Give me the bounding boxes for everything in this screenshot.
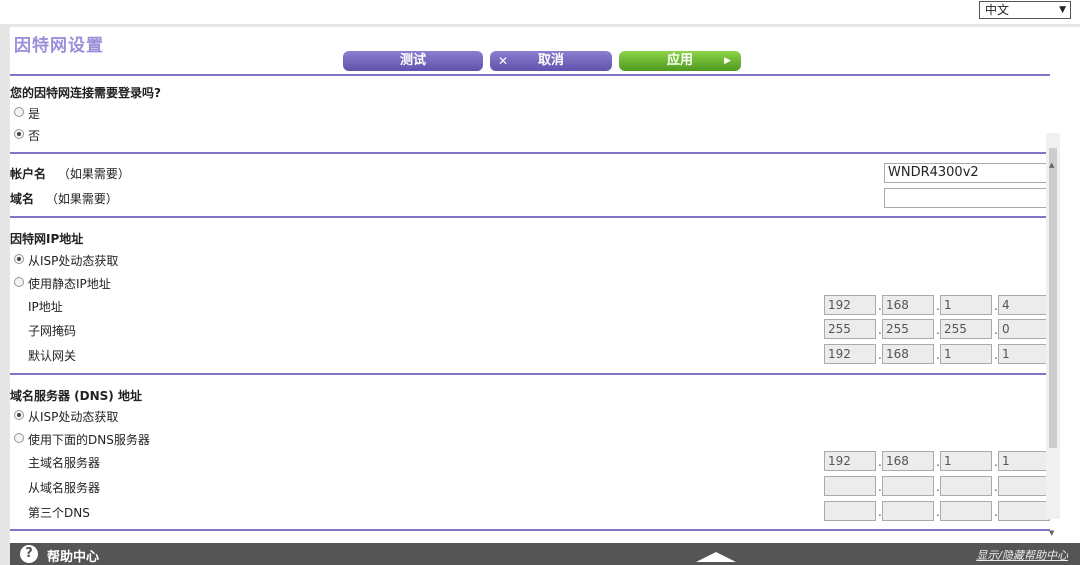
secondary-dns-octet-1[interactable] bbox=[824, 476, 876, 496]
ip-address-octet-3[interactable]: 1 bbox=[940, 295, 992, 315]
ip-section-title: 因特网IP地址 bbox=[10, 232, 84, 246]
secondary-dns-octet-4[interactable] bbox=[998, 476, 1050, 496]
section-divider bbox=[10, 529, 1050, 531]
arrow-right-icon: ▶ bbox=[724, 56, 731, 66]
test-button[interactable]: 测试 bbox=[343, 51, 483, 71]
secondary-dns-label: 从域名服务器 bbox=[28, 481, 101, 495]
account-name-label: 帐户名 （如果需要） bbox=[10, 167, 130, 181]
scroll-down-arrow-icon[interactable]: ▼ bbox=[1049, 529, 1054, 537]
subnet-mask-octet-3[interactable]: 255 bbox=[940, 319, 992, 339]
dns-section-title: 域名服务器 (DNS) 地址 bbox=[10, 389, 142, 403]
internet-settings-panel: 因特网设置 测试 ✕ 取消 应用 ▶ 您的因特网连接需要登录吗? 是 否 帐户名… bbox=[10, 27, 1080, 543]
account-name-input[interactable]: WNDR4300v2 bbox=[884, 163, 1049, 183]
ip-static-radio[interactable] bbox=[14, 277, 24, 287]
third-dns-label: 第三个DNS bbox=[28, 506, 90, 520]
section-divider bbox=[10, 216, 1050, 218]
toggle-help-link[interactable]: 显示/隐藏帮助中心 bbox=[976, 547, 1068, 563]
subnet-mask-octet-1[interactable]: 255 bbox=[824, 319, 876, 339]
default-gateway-label: 默认网关 bbox=[28, 349, 77, 363]
expand-triangle-icon[interactable] bbox=[696, 552, 736, 562]
apply-button[interactable]: 应用 ▶ bbox=[619, 51, 741, 71]
third-dns-octet-1[interactable] bbox=[824, 501, 876, 521]
language-select[interactable]: 中文 ▼ bbox=[979, 1, 1071, 19]
subnet-mask-label: 子网掩码 bbox=[28, 324, 77, 338]
help-center-bar: ? 帮助中心 显示/隐藏帮助中心 bbox=[10, 543, 1080, 565]
domain-name-label: 域名 （如果需要） bbox=[10, 192, 118, 206]
ip-static-label: 使用静态IP地址 bbox=[28, 277, 111, 291]
login-no-label: 否 bbox=[28, 129, 41, 143]
login-no-radio[interactable] bbox=[14, 129, 24, 139]
section-divider bbox=[10, 152, 1050, 154]
third-dns-octet-2[interactable] bbox=[882, 501, 934, 521]
cancel-button[interactable]: ✕ 取消 bbox=[490, 51, 612, 71]
default-gateway-octet-1[interactable]: 192 bbox=[824, 344, 876, 364]
primary-dns-label: 主域名服务器 bbox=[28, 456, 101, 470]
dns-manual-label: 使用下面的DNS服务器 bbox=[28, 433, 150, 447]
help-center-title: 帮助中心 bbox=[47, 550, 100, 565]
default-gateway-octet-3[interactable]: 1 bbox=[940, 344, 992, 364]
page-title: 因特网设置 bbox=[14, 36, 104, 56]
primary-dns-octet-1[interactable]: 192 bbox=[824, 451, 876, 471]
top-bar: 中文 ▼ bbox=[0, 0, 1080, 24]
close-icon: ✕ bbox=[498, 54, 509, 68]
subnet-mask-octet-2[interactable]: 255 bbox=[882, 319, 934, 339]
language-select-value: 中文 bbox=[985, 3, 1010, 17]
ip-address-octet-2[interactable]: 168 bbox=[882, 295, 934, 315]
dns-manual-radio[interactable] bbox=[14, 433, 24, 443]
third-dns-octet-3[interactable] bbox=[940, 501, 992, 521]
header-divider bbox=[10, 74, 1050, 76]
ip-address-octet-4[interactable]: 4 bbox=[998, 295, 1050, 315]
login-question: 您的因特网连接需要登录吗? bbox=[10, 86, 161, 100]
apply-button-label: 应用 bbox=[666, 53, 693, 68]
test-button-label: 测试 bbox=[399, 53, 426, 68]
secondary-dns-octet-2[interactable] bbox=[882, 476, 934, 496]
login-yes-radio[interactable] bbox=[14, 107, 24, 117]
primary-dns-octet-3[interactable]: 1 bbox=[940, 451, 992, 471]
dns-dynamic-radio[interactable] bbox=[14, 410, 24, 420]
ip-address-octet-1[interactable]: 192 bbox=[824, 295, 876, 315]
scrollbar-thumb[interactable] bbox=[1049, 148, 1057, 448]
ip-address-label: IP地址 bbox=[28, 300, 63, 314]
secondary-dns-octet-3[interactable] bbox=[940, 476, 992, 496]
primary-dns-octet-2[interactable]: 168 bbox=[882, 451, 934, 471]
section-divider bbox=[10, 373, 1050, 375]
default-gateway-octet-2[interactable]: 168 bbox=[882, 344, 934, 364]
primary-dns-octet-4[interactable]: 1 bbox=[998, 451, 1050, 471]
dropdown-arrow-icon: ▼ bbox=[1059, 5, 1066, 15]
third-dns-octet-4[interactable] bbox=[998, 501, 1050, 521]
ip-dynamic-radio[interactable] bbox=[14, 254, 24, 264]
help-question-icon: ? bbox=[20, 545, 38, 563]
default-gateway-octet-4[interactable]: 1 bbox=[998, 344, 1050, 364]
ip-dynamic-label: 从ISP处动态获取 bbox=[28, 254, 119, 268]
subnet-mask-octet-4[interactable]: 0 bbox=[998, 319, 1050, 339]
scroll-up-arrow-icon[interactable]: ▲ bbox=[1049, 161, 1054, 169]
domain-name-input[interactable] bbox=[884, 188, 1049, 208]
cancel-button-label: 取消 bbox=[537, 53, 564, 68]
dns-dynamic-label: 从ISP处动态获取 bbox=[28, 410, 119, 424]
login-yes-label: 是 bbox=[28, 107, 41, 121]
settings-form: 您的因特网连接需要登录吗? 是 否 帐户名 （如果需要） WNDR4300v2 … bbox=[10, 81, 1056, 543]
